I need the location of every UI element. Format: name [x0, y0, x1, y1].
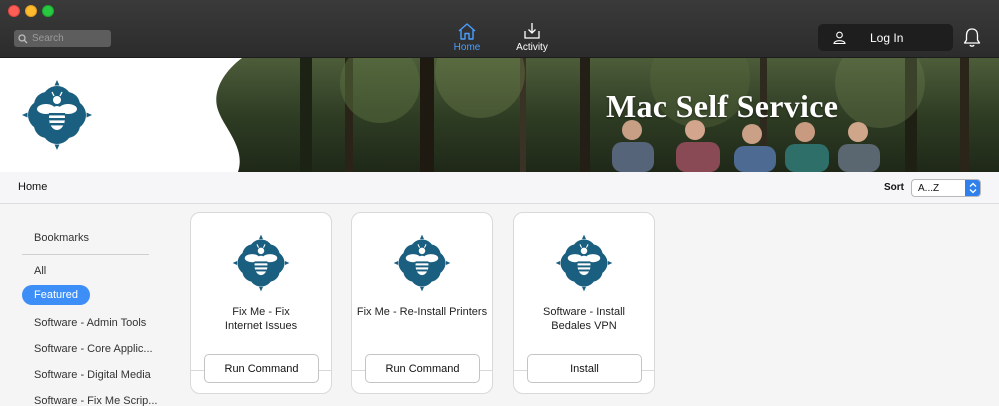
item-card[interactable]: Fix Me - Re-Install Printers Run Command	[351, 212, 493, 394]
card-title: Fix Me - Fix Internet Issues	[191, 305, 331, 333]
bell-icon[interactable]	[962, 27, 982, 48]
search-input[interactable]	[32, 33, 102, 44]
subheader: Home Sort A...Z	[0, 172, 999, 204]
updown-chevron-icon	[965, 180, 980, 196]
nav-activity-label: Activity	[516, 42, 548, 53]
card-title-line: Fix Me - Re-Install Printers	[356, 306, 488, 318]
school-bee-logo	[22, 80, 92, 150]
sort-select[interactable]: A...Z	[911, 179, 981, 197]
close-window-button[interactable]	[8, 5, 20, 17]
item-card[interactable]: Fix Me - Fix Internet Issues Run Command	[190, 212, 332, 394]
sidebar-item-featured[interactable]: Featured	[22, 285, 91, 305]
card-title-line: Software - Install	[543, 306, 625, 318]
download-tray-icon	[524, 23, 540, 39]
card-title: Fix Me - Re-Install Printers	[352, 305, 492, 319]
nav-activity-button[interactable]: Activity	[511, 22, 553, 54]
card-title-line: Internet Issues	[224, 320, 298, 332]
card-title-line: Fix Me - Fix	[232, 306, 290, 318]
breadcrumb: Home	[18, 181, 48, 193]
sidebar-divider	[22, 254, 149, 255]
sidebar-item-admin-tools[interactable]: Software - Admin Tools	[34, 317, 146, 329]
log-in-button[interactable]: Log In	[818, 24, 953, 51]
sort-label: Sort	[884, 182, 904, 193]
nav-home-label: Home	[453, 42, 481, 53]
sidebar-item-core-applications[interactable]: Software - Core Applic...	[34, 343, 153, 355]
search-icon	[18, 33, 28, 43]
install-button[interactable]: Install	[527, 354, 642, 383]
card-title-line: Bedales VPN	[551, 320, 617, 332]
log-in-label: Log In	[870, 30, 904, 45]
minimize-window-button[interactable]	[25, 5, 37, 17]
sort-value: A...Z	[918, 182, 940, 194]
sidebar-heading-bookmarks[interactable]: Bookmarks	[34, 232, 89, 244]
banner: Mac Self Service	[0, 58, 999, 172]
sidebar-item-digital-media[interactable]: Software - Digital Media	[34, 369, 151, 381]
card-title: Software - Install Bedales VPN	[514, 305, 654, 333]
item-card[interactable]: Software - Install Bedales VPN Install	[513, 212, 655, 394]
main-content: Bookmarks All Featured Software - Admin …	[0, 205, 999, 406]
run-command-button[interactable]: Run Command	[365, 354, 480, 383]
nav-home-button[interactable]: Home	[449, 22, 485, 54]
zoom-window-button[interactable]	[42, 5, 54, 17]
sidebar-item-fix-me-scripts[interactable]: Software - Fix Me Scrip...	[34, 395, 157, 406]
user-icon	[833, 31, 846, 44]
banner-photo	[0, 58, 999, 172]
school-bee-icon	[555, 234, 613, 292]
run-command-button[interactable]: Run Command	[204, 354, 319, 383]
sidebar-item-all[interactable]: All	[34, 265, 46, 277]
toolbar: Home Activity Log In	[0, 0, 999, 58]
home-icon	[458, 23, 476, 40]
school-bee-icon	[232, 234, 290, 292]
banner-title: Mac Self Service	[606, 88, 839, 124]
school-bee-icon	[393, 234, 451, 292]
search-field[interactable]	[14, 30, 111, 47]
